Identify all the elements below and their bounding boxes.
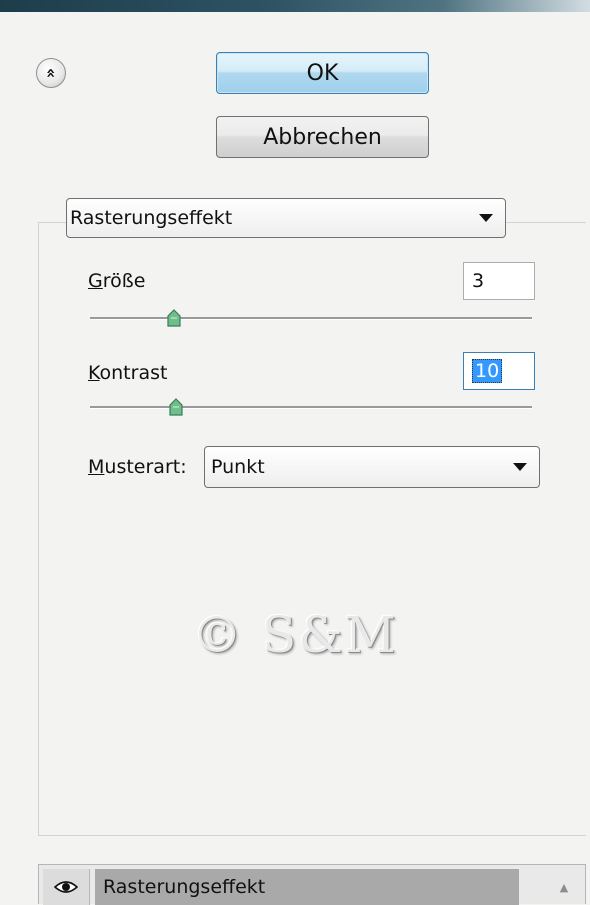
filter-settings-panel (38, 222, 586, 836)
filter-select-value: Rasterungseffekt (70, 207, 233, 229)
size-slider-track[interactable] (90, 317, 532, 320)
layer-list-item[interactable]: Rasterungseffekt (95, 869, 519, 905)
effect-layers-panel: Rasterungseffekt ▲ (38, 864, 586, 905)
collapse-arrows-icon[interactable]: « (36, 58, 66, 88)
double-chevron-up-icon: « (42, 67, 61, 79)
pattern-label: Musterart: (88, 456, 187, 478)
contrast-label: Kontrast (88, 362, 168, 384)
filter-select[interactable]: Rasterungseffekt (66, 198, 506, 238)
ok-button[interactable]: OK (216, 52, 429, 94)
size-slider-thumb[interactable] (167, 309, 181, 327)
cancel-button[interactable]: Abbrechen (216, 116, 429, 158)
contrast-input-value: 10 (472, 359, 503, 383)
contrast-slider-thumb[interactable] (169, 398, 183, 416)
window-title-bar (0, 0, 590, 12)
size-label: Größe (88, 270, 146, 292)
layer-visibility-toggle[interactable] (43, 869, 90, 905)
dropdown-arrow-icon (513, 463, 527, 471)
size-input-value: 3 (472, 270, 485, 292)
size-input[interactable]: 3 (463, 262, 535, 300)
dropdown-arrow-icon (479, 214, 493, 222)
cancel-button-label: Abbrechen (263, 124, 382, 150)
pattern-select[interactable]: Punkt (204, 446, 540, 488)
layer-label: Rasterungseffekt (103, 876, 266, 898)
watermark: © S&M (192, 606, 398, 664)
eye-icon (54, 881, 78, 893)
contrast-slider-track[interactable] (90, 406, 532, 409)
scroll-up-arrow-icon[interactable]: ▲ (549, 869, 579, 905)
ok-button-label: OK (306, 60, 339, 86)
pattern-select-value: Punkt (211, 456, 265, 478)
contrast-input[interactable]: 10 (463, 352, 535, 390)
